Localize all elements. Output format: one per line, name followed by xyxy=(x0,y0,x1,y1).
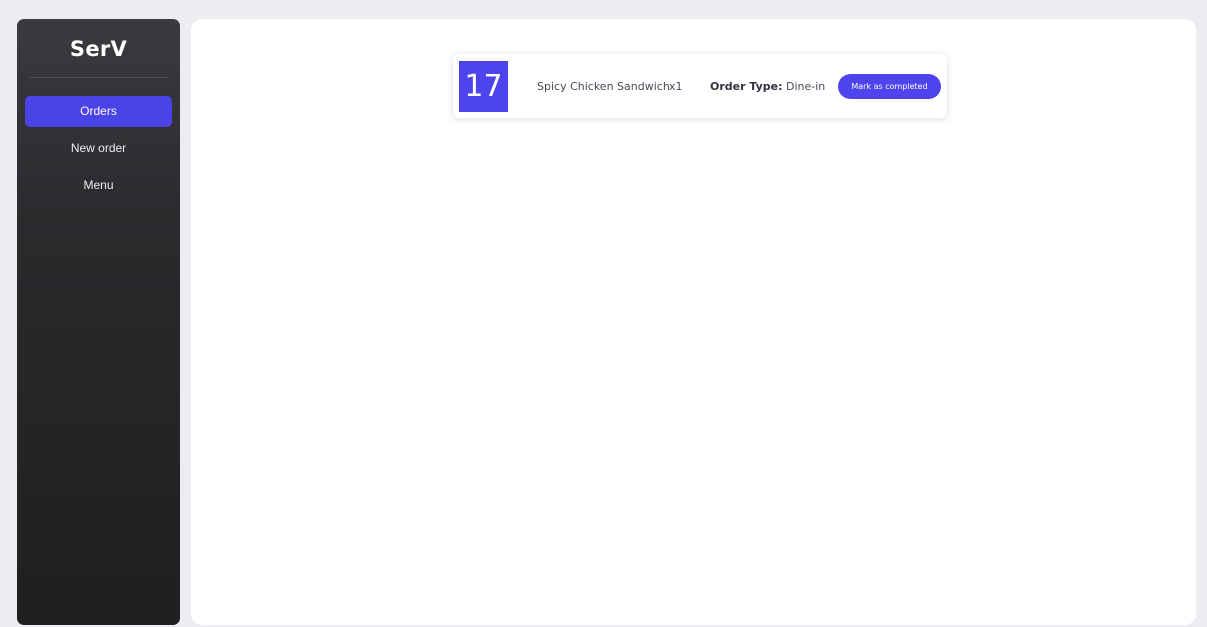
order-type: Order Type: Dine-in xyxy=(710,80,825,93)
sidebar-item-menu[interactable]: Menu xyxy=(25,170,172,201)
app-root: SerV Orders New order Menu 17 Spicy Chic… xyxy=(0,0,1207,627)
order-card: 17 Spicy Chicken Sandwich x1 Order Type:… xyxy=(453,54,947,118)
main-content: 17 Spicy Chicken Sandwich x1 Order Type:… xyxy=(191,19,1196,625)
sidebar-item-orders[interactable]: Orders xyxy=(25,96,172,127)
order-item-name: Spicy Chicken Sandwich xyxy=(537,80,670,93)
sidebar-item-new-order[interactable]: New order xyxy=(25,133,172,164)
brand-logo: SerV xyxy=(69,37,128,61)
mark-completed-button[interactable]: Mark as completed xyxy=(838,74,941,99)
order-type-label: Order Type: xyxy=(710,80,783,93)
order-number-badge: 17 xyxy=(459,61,508,112)
sidebar-nav: Orders New order Menu xyxy=(17,96,180,201)
order-item-quantity: x1 xyxy=(669,80,683,93)
order-type-value: Dine-in xyxy=(785,80,826,93)
sidebar: SerV Orders New order Menu xyxy=(17,19,180,625)
brand-divider xyxy=(29,77,168,78)
